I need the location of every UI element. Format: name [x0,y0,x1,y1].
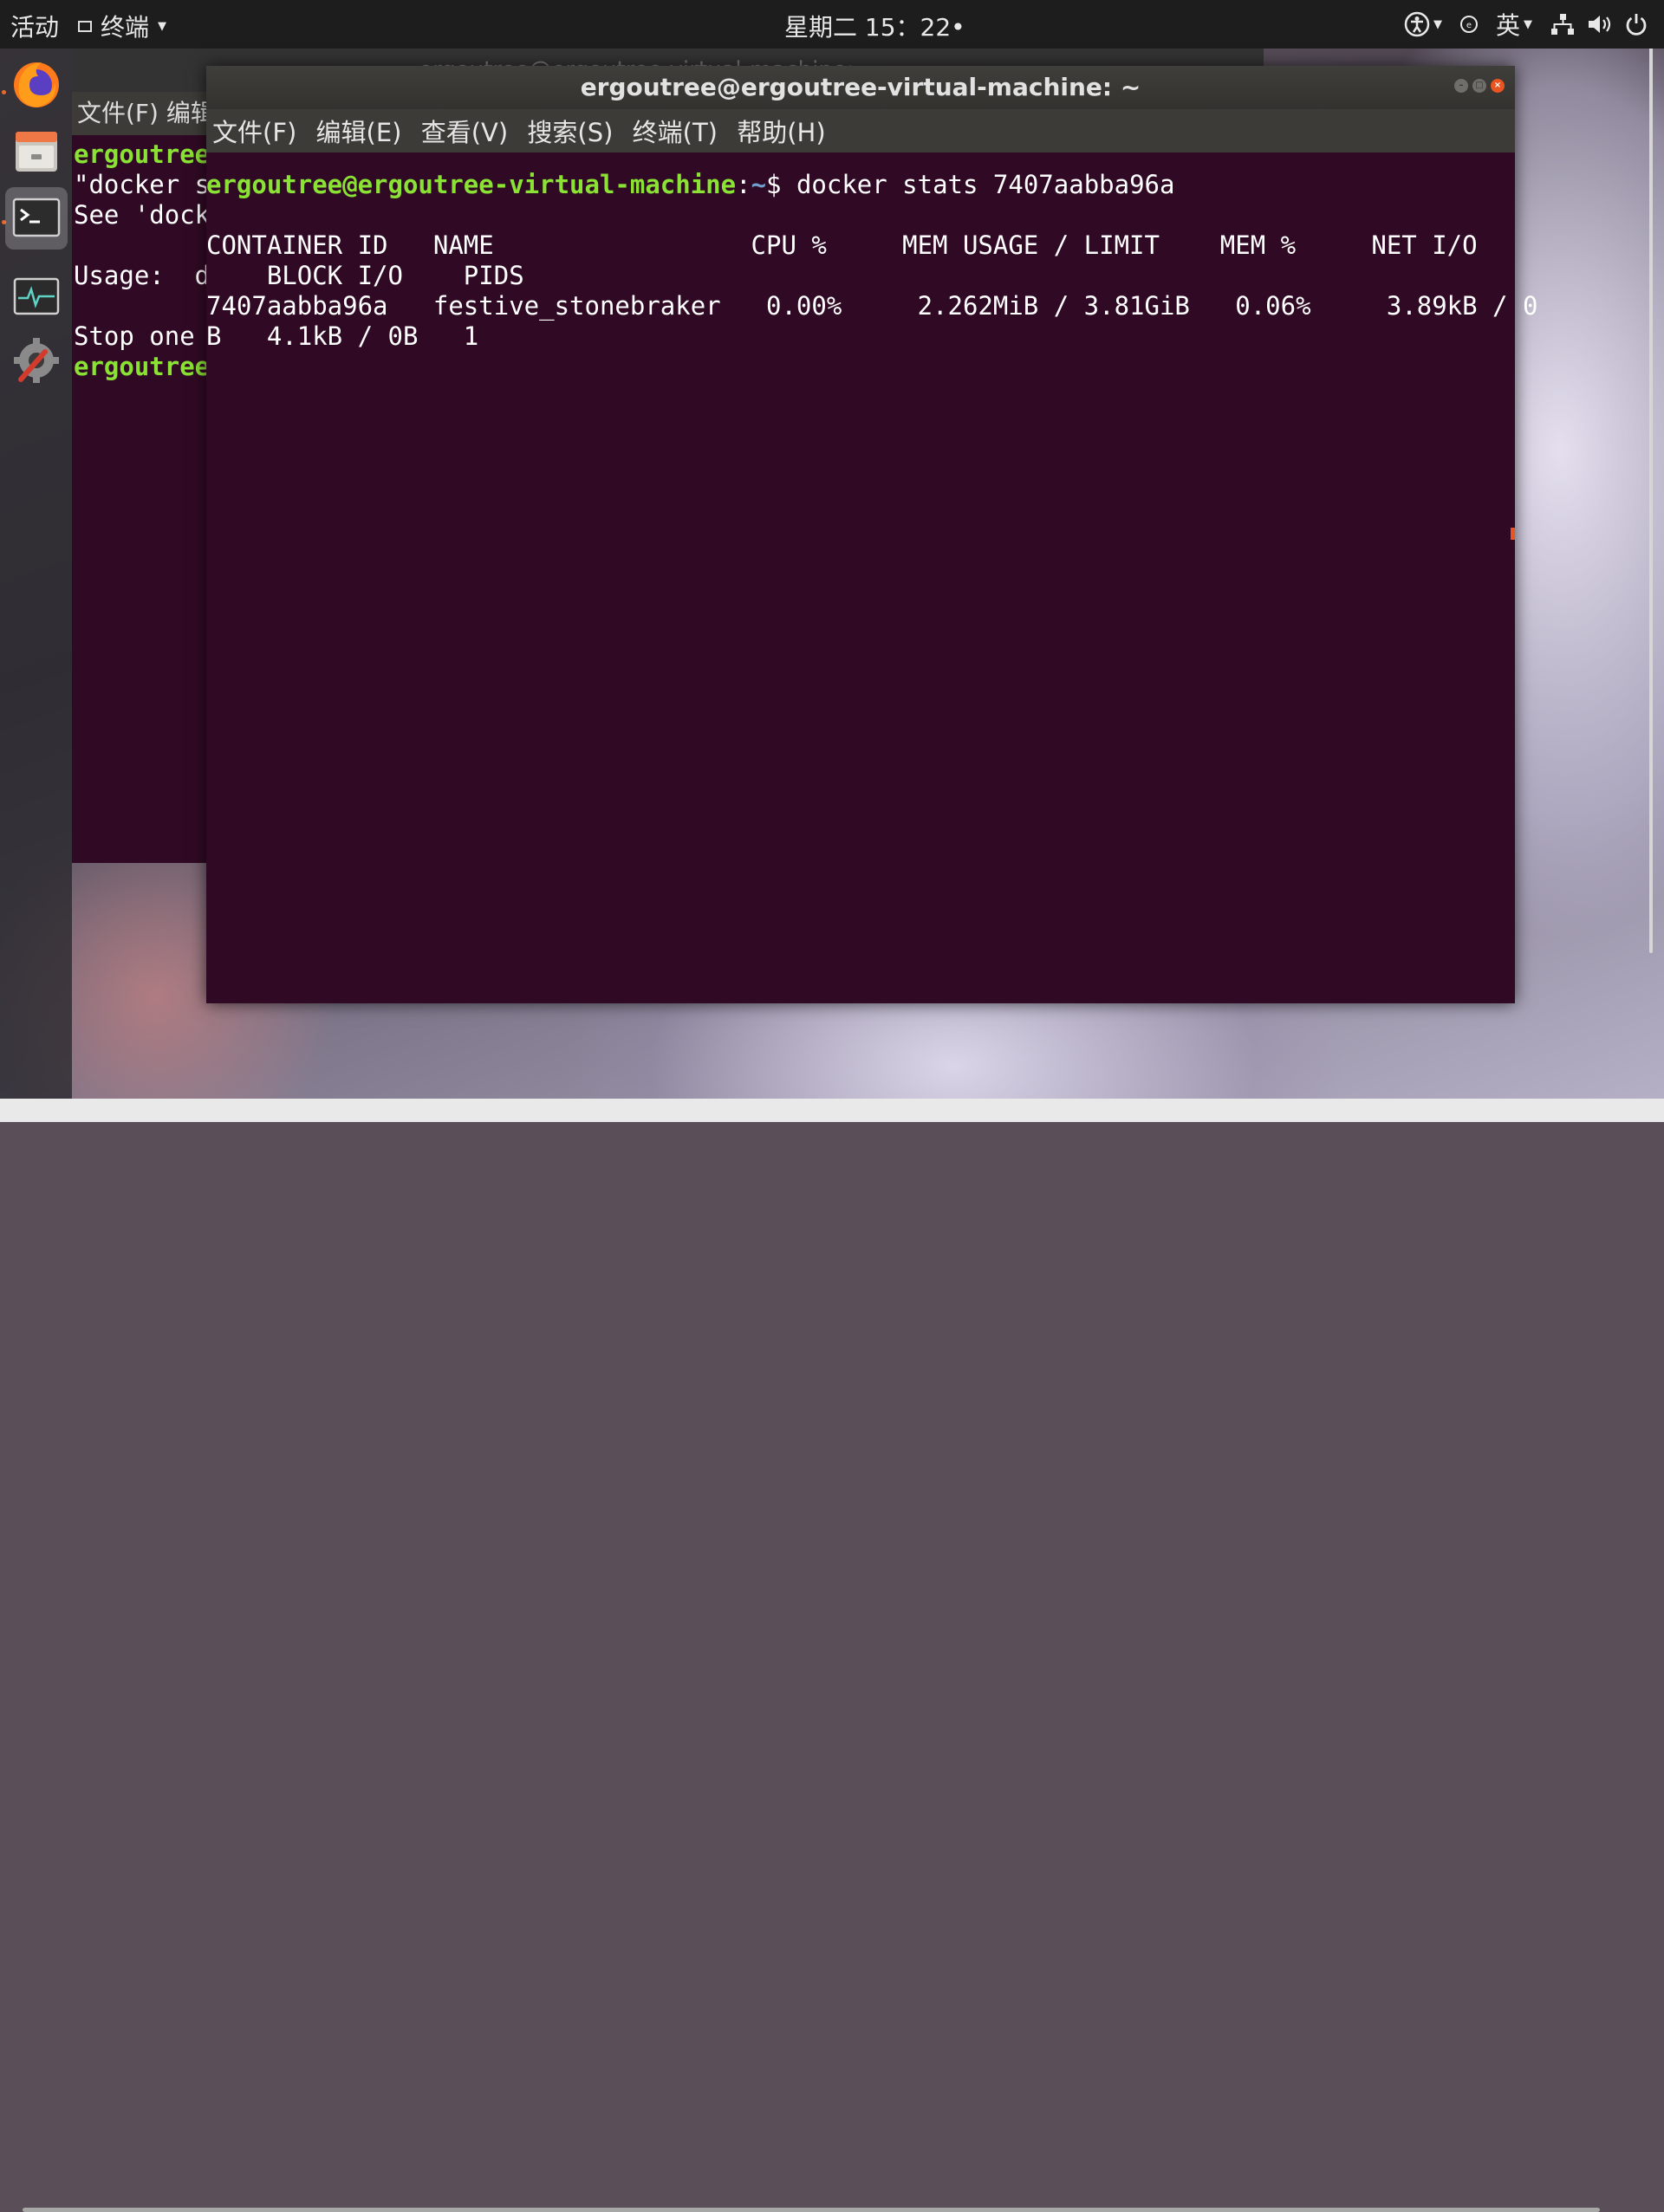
files-icon [16,132,57,172]
terminal-line: Usage: d [74,261,211,290]
stats-header-line: BLOCK I/O PIDS [206,261,524,290]
minimize-icon: – [1459,81,1464,90]
dock-item-terminal[interactable] [5,187,68,250]
window-icon [78,20,92,32]
desktop-scrollbar[interactable] [1649,26,1653,953]
dock [0,49,72,1099]
input-method-label: 英 [1495,11,1520,40]
app-menu-label: 终端 [101,13,150,42]
command-line: ergoutree@ergoutree-virtual-machine:~$ d… [206,170,1515,200]
bottom-scroll-strip [0,1099,1664,2212]
menu-search[interactable]: 搜索(S) [527,109,613,156]
app-menu[interactable]: 终端 ▼ [78,9,166,43]
menu-terminal[interactable]: 终端(T) [633,109,718,156]
chevron-down-icon: ▼ [1524,17,1532,31]
maximize-button[interactable]: □ [1472,79,1486,93]
dock-item-files[interactable] [10,125,62,177]
svg-text:e: e [1466,21,1472,30]
menu-help[interactable]: 帮助(H) [737,109,825,156]
close-icon: × [1493,81,1502,90]
menu-edit[interactable]: 编辑(E) [316,109,402,156]
status-menu[interactable] [1550,12,1648,36]
running-indicator [2,90,6,94]
dock-item-settings[interactable] [10,334,62,386]
menu-view[interactable]: 查看(V) [421,109,508,156]
system-tray: ▼ e 英 ▼ [1404,7,1648,42]
prompt-symbol: $ [766,170,782,199]
volume-icon [1589,16,1611,33]
terminal-line: "docker s [74,170,211,199]
terminal-line: ergoutree [74,139,211,169]
window-controls: – □ × [1454,79,1505,93]
window-title: ergoutree@ergoutree-virtual-machine: ~ [580,73,1141,101]
dock-item-firefox[interactable] [10,57,62,109]
close-button[interactable]: × [1491,79,1505,93]
terminal-window[interactable]: ergoutree@ergoutree-virtual-machine: ~ –… [206,66,1538,1003]
stats-row-line: 7407aabba96a festive_stonebraker 0.00% 2… [206,291,1538,321]
terminal-icon [12,198,61,237]
horizontal-scrollbar[interactable] [23,2208,1600,2212]
system-monitor-icon [13,277,60,315]
terminal-scrollbar[interactable] [1511,528,1515,540]
command-text: docker stats 7407aabba96a [781,170,1175,199]
clock[interactable]: 星期二 15：22• [784,9,965,43]
terminal-menubar: 文件(F) 编辑(E) 查看(V) 搜索(S) 终端(T) 帮助(H) [206,109,1515,152]
settings-icon [14,338,59,383]
maximize-icon: □ [1475,81,1484,90]
terminal-line: Stop one [74,321,195,351]
chevron-down-icon: ▼ [1433,17,1442,31]
accessibility-menu[interactable]: ▼ [1404,11,1442,37]
terminal-line: ergoutree [74,352,211,381]
power-icon [1626,14,1647,36]
terminal-output[interactable]: ergoutree@ergoutree-virtual-machine:~$ d… [206,170,1538,352]
stats-header-line: CONTAINER ID NAME CPU % MEM USAGE / LIMI… [206,230,1478,260]
input-method-menu[interactable]: 英 ▼ [1496,7,1532,42]
network-icon [1551,14,1574,35]
input-source-indicator[interactable]: e [1459,15,1479,34]
prompt-user: ergoutree@ergoutree-virtual-machine [206,170,737,199]
chevron-down-icon: ▼ [158,19,167,33]
ime-icon: e [1459,16,1478,33]
activities-button[interactable]: 活动 [10,9,59,43]
terminal-line: See 'dock [74,200,211,230]
stats-row-line: B 4.1kB / 0B 1 [206,321,479,351]
dock-item-system-monitor[interactable] [10,270,62,322]
accessibility-icon [1404,11,1430,37]
prompt-separator: : [736,170,751,199]
prompt-path: ~ [751,170,767,199]
menu-file[interactable]: 文件(F) [212,109,296,156]
minimize-button[interactable]: – [1454,79,1468,93]
background-terminal-output: ergoutree "docker s See 'dock Usage: d Sto… [74,139,210,382]
firefox-icon [14,62,59,107]
terminal-titlebar[interactable]: ergoutree@ergoutree-virtual-machine: ~ –… [206,66,1515,109]
top-panel: 活动 终端 ▼ 星期二 15：22• ▼ e 英 ▼ [0,0,1664,49]
